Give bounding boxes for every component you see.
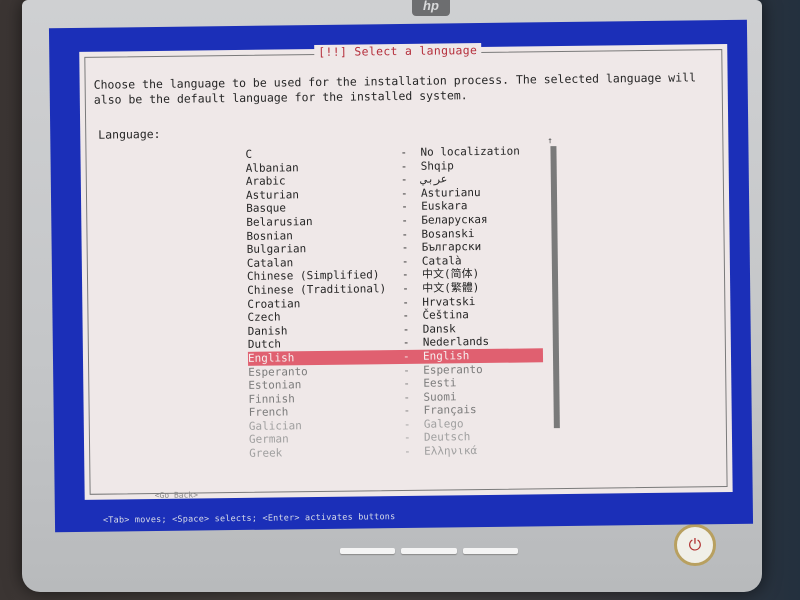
language-native-name: Français [423, 403, 477, 418]
language-label: Language: [98, 126, 161, 142]
language-native-name: Nederlands [422, 335, 490, 350]
language-native-name: Euskara [421, 199, 468, 214]
separator-dash: - [403, 376, 411, 391]
language-native-name: Galego [423, 417, 464, 431]
separator-dash: - [400, 173, 408, 187]
language-native-name: Hrvatski [422, 294, 476, 309]
separator-dash: - [401, 241, 409, 255]
language-name: Catalan [246, 256, 294, 270]
separator-dash: - [401, 268, 409, 282]
language-name: Croatian [247, 296, 301, 311]
scroll-up-arrow-icon[interactable]: ↑ [547, 136, 553, 146]
language-native-name: Deutsch [423, 430, 471, 445]
installer-screen: [!!] Select a language Choose the langua… [48, 19, 754, 533]
language-native-name: Čeština [422, 308, 469, 322]
language-native-name: Suomi [423, 390, 457, 404]
separator-dash: - [403, 390, 411, 404]
separator-dash: - [404, 444, 411, 459]
language-native-name: Català [421, 254, 462, 268]
separator-dash: - [402, 336, 410, 350]
language-native-name: Shqip [420, 158, 454, 173]
language-native-name: No localization [420, 144, 520, 159]
language-native-name: Български [421, 240, 482, 254]
separator-dash: - [403, 417, 411, 431]
language-name: Dutch [247, 337, 282, 352]
separator-dash: - [402, 349, 410, 363]
language-name: Arabic [245, 174, 286, 189]
go-back-button[interactable]: <Go Back> [155, 490, 198, 500]
language-native-name: English [422, 349, 470, 363]
separator-dash: - [403, 363, 410, 377]
language-name: Danish [247, 324, 288, 338]
language-name: Estonian [248, 378, 302, 392]
status-bar-help: <Tab> moves; <Space> selects; <Enter> ac… [102, 512, 396, 526]
language-native-name: Беларуская [421, 212, 488, 227]
language-native-name: Ελληνικά [424, 444, 478, 458]
separator-dash: - [400, 186, 408, 200]
language-native-name: Bosanski [421, 226, 475, 241]
separator-dash: - [403, 431, 411, 445]
separator-dash: - [402, 322, 410, 336]
power-button-icon[interactable]: ⏻ [674, 524, 716, 566]
dialog-title: [!!] Select a language [314, 43, 482, 60]
language-name: Basque [246, 201, 286, 216]
language-name: Esperanto [248, 364, 308, 379]
language-name: Albanian [245, 160, 299, 175]
language-native-name: Asturianu [420, 185, 481, 200]
separator-dash: - [401, 254, 409, 268]
hp-logo: hp [412, 0, 450, 16]
language-native-name: Eesti [423, 376, 457, 390]
separator-dash: - [400, 145, 408, 159]
language-name: Galician [248, 419, 302, 433]
language-native-name: Dansk [422, 322, 456, 336]
monitor-button[interactable] [462, 548, 518, 554]
language-name: Bulgarian [246, 242, 307, 257]
separator-dash: - [402, 309, 410, 323]
language-name: Bosnian [246, 228, 293, 243]
language-native-name: 中文(繁體) [422, 280, 480, 295]
language-name: German [248, 432, 289, 447]
separator-dash: - [401, 213, 409, 227]
separator-dash: - [402, 295, 410, 309]
language-native-name: عربي [420, 172, 448, 186]
separator-dash: - [401, 227, 409, 241]
select-language-dialog: [!!] Select a language Choose the langua… [79, 43, 733, 500]
monitor-buttons[interactable] [340, 548, 518, 554]
language-list[interactable]: C - No localization Albanian - Shqip Arabic - عر… [245, 144, 544, 460]
separator-dash: - [403, 404, 411, 418]
language-name: C [245, 147, 253, 161]
language-name: Greek [249, 446, 283, 460]
language-name: Czech [247, 310, 281, 325]
monitor-button[interactable] [401, 548, 457, 554]
separator-dash: - [400, 159, 408, 173]
language-name: English [247, 351, 295, 365]
separator-dash: - [401, 200, 408, 214]
language-name: Asturian [245, 188, 300, 202]
language-native-name: 中文(简体) [421, 267, 480, 282]
language-name: French [248, 405, 289, 420]
monitor-button[interactable] [340, 548, 396, 554]
language-native-name: Esperanto [423, 362, 483, 377]
separator-dash: - [402, 281, 409, 295]
language-name: Belarusian [246, 215, 313, 229]
language-name: Finnish [248, 391, 295, 406]
